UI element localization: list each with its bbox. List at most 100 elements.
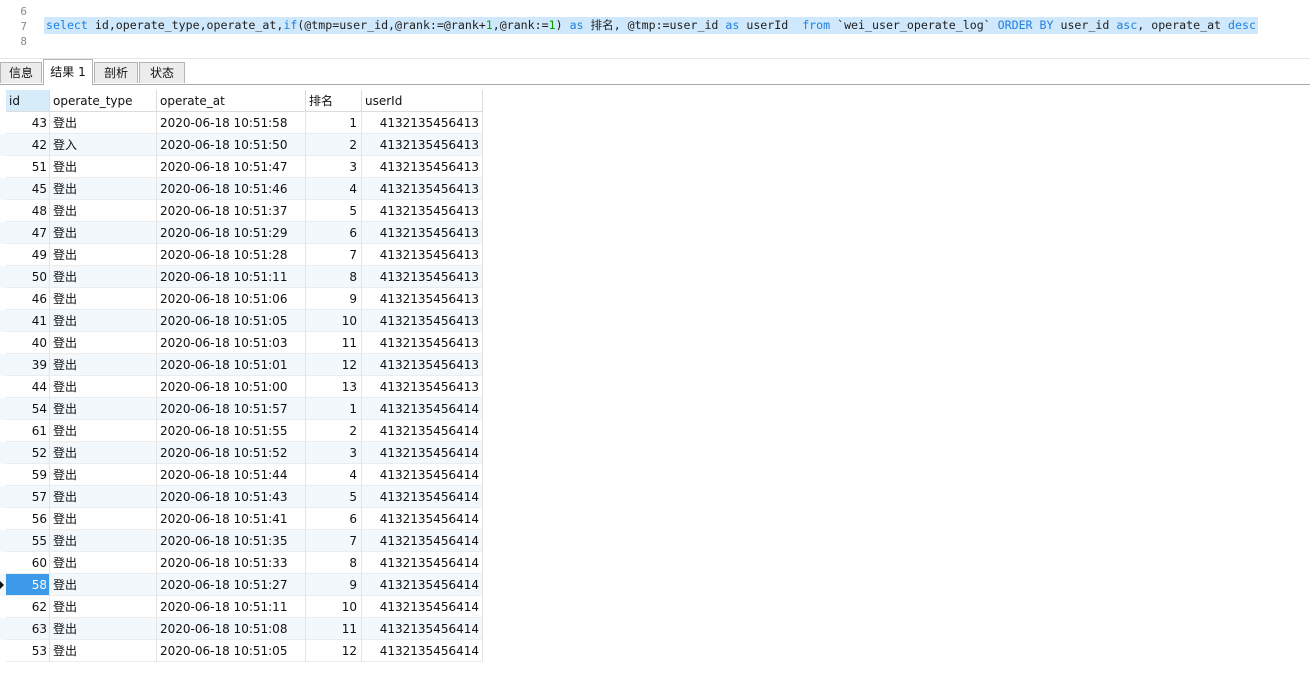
cell-operate-at[interactable]: 2020-06-18 10:51:03 bbox=[157, 332, 306, 354]
sql-editor[interactable]: 6 7 8 select id,operate_type,operate_at,… bbox=[0, 0, 1310, 56]
cell-operate-at[interactable]: 2020-06-18 10:51:35 bbox=[157, 530, 306, 552]
cell-rank[interactable]: 12 bbox=[306, 640, 362, 662]
tab-profile[interactable]: 剖析 bbox=[94, 62, 138, 83]
table-row[interactable]: 43 登出 2020-06-18 10:51:58 1 4132135456413 bbox=[0, 112, 483, 134]
cell-userid[interactable]: 4132135456413 bbox=[362, 178, 483, 200]
cell-operate-at[interactable]: 2020-06-18 10:51:58 bbox=[157, 112, 306, 134]
table-row[interactable]: 50 登出 2020-06-18 10:51:11 8 4132135456413 bbox=[0, 266, 483, 288]
cell-userid[interactable]: 4132135456413 bbox=[362, 266, 483, 288]
table-row[interactable]: 42 登入 2020-06-18 10:51:50 2 4132135456413 bbox=[0, 134, 483, 156]
cell-operate-at[interactable]: 2020-06-18 10:51:50 bbox=[157, 134, 306, 156]
cell-rank[interactable]: 1 bbox=[306, 112, 362, 134]
table-row[interactable]: 62 登出 2020-06-18 10:51:11 10 4132135456414 bbox=[0, 596, 483, 618]
cell-userid[interactable]: 4132135456414 bbox=[362, 530, 483, 552]
cell-id[interactable]: 42 bbox=[6, 134, 50, 156]
table-row[interactable]: 53 登出 2020-06-18 10:51:05 12 4132135456414 bbox=[0, 640, 483, 662]
cell-operate-type[interactable]: 登出 bbox=[50, 508, 157, 530]
cell-userid[interactable]: 4132135456413 bbox=[362, 200, 483, 222]
cell-operate-at[interactable]: 2020-06-18 10:51:55 bbox=[157, 420, 306, 442]
table-row[interactable]: 52 登出 2020-06-18 10:51:52 3 4132135456414 bbox=[0, 442, 483, 464]
cell-rank[interactable]: 8 bbox=[306, 266, 362, 288]
table-row[interactable]: 48 登出 2020-06-18 10:51:37 5 4132135456413 bbox=[0, 200, 483, 222]
cell-operate-type[interactable]: 登出 bbox=[50, 156, 157, 178]
table-row[interactable]: 40 登出 2020-06-18 10:51:03 11 4132135456413 bbox=[0, 332, 483, 354]
cell-rank[interactable]: 4 bbox=[306, 464, 362, 486]
cell-userid[interactable]: 4132135456414 bbox=[362, 486, 483, 508]
cell-rank[interactable]: 11 bbox=[306, 618, 362, 640]
table-row[interactable]: 63 登出 2020-06-18 10:51:08 11 4132135456414 bbox=[0, 618, 483, 640]
table-row[interactable]: 45 登出 2020-06-18 10:51:46 4 4132135456413 bbox=[0, 178, 483, 200]
cell-id[interactable]: 61 bbox=[6, 420, 50, 442]
cell-userid[interactable]: 4132135456413 bbox=[362, 222, 483, 244]
cell-id[interactable]: 56 bbox=[6, 508, 50, 530]
cell-id[interactable]: 48 bbox=[6, 200, 50, 222]
table-row[interactable]: 47 登出 2020-06-18 10:51:29 6 4132135456413 bbox=[0, 222, 483, 244]
table-row[interactable]: 57 登出 2020-06-18 10:51:43 5 4132135456414 bbox=[0, 486, 483, 508]
cell-userid[interactable]: 4132135456413 bbox=[362, 332, 483, 354]
tab-status[interactable]: 状态 bbox=[139, 62, 185, 83]
cell-userid[interactable]: 4132135456413 bbox=[362, 310, 483, 332]
cell-operate-at[interactable]: 2020-06-18 10:51:33 bbox=[157, 552, 306, 574]
cell-operate-type[interactable]: 登出 bbox=[50, 112, 157, 134]
table-row[interactable]: 46 登出 2020-06-18 10:51:06 9 4132135456413 bbox=[0, 288, 483, 310]
cell-operate-type[interactable]: 登出 bbox=[50, 310, 157, 332]
table-row[interactable]: 61 登出 2020-06-18 10:51:55 2 4132135456414 bbox=[0, 420, 483, 442]
cell-userid[interactable]: 4132135456414 bbox=[362, 442, 483, 464]
cell-operate-type[interactable]: 登出 bbox=[50, 354, 157, 376]
tab-info[interactable]: 信息 bbox=[0, 62, 42, 83]
cell-rank[interactable]: 6 bbox=[306, 508, 362, 530]
cell-rank[interactable]: 3 bbox=[306, 442, 362, 464]
cell-operate-type[interactable]: 登出 bbox=[50, 266, 157, 288]
cell-operate-type[interactable]: 登出 bbox=[50, 596, 157, 618]
cell-rank[interactable]: 10 bbox=[306, 310, 362, 332]
column-header-operate-at[interactable]: operate_at bbox=[157, 90, 306, 112]
cell-id[interactable]: 51 bbox=[6, 156, 50, 178]
cell-rank[interactable]: 5 bbox=[306, 200, 362, 222]
cell-rank[interactable]: 2 bbox=[306, 420, 362, 442]
cell-rank[interactable]: 11 bbox=[306, 332, 362, 354]
cell-operate-at[interactable]: 2020-06-18 10:51:41 bbox=[157, 508, 306, 530]
cell-userid[interactable]: 4132135456413 bbox=[362, 134, 483, 156]
cell-operate-at[interactable]: 2020-06-18 10:51:05 bbox=[157, 640, 306, 662]
cell-rank[interactable]: 2 bbox=[306, 134, 362, 156]
cell-operate-type[interactable]: 登出 bbox=[50, 420, 157, 442]
cell-operate-at[interactable]: 2020-06-18 10:51:47 bbox=[157, 156, 306, 178]
cell-operate-at[interactable]: 2020-06-18 10:51:28 bbox=[157, 244, 306, 266]
cell-id[interactable]: 43 bbox=[6, 112, 50, 134]
cell-userid[interactable]: 4132135456413 bbox=[362, 112, 483, 134]
cell-operate-at[interactable]: 2020-06-18 10:51:01 bbox=[157, 354, 306, 376]
cell-operate-at[interactable]: 2020-06-18 10:51:37 bbox=[157, 200, 306, 222]
cell-operate-at[interactable]: 2020-06-18 10:51:43 bbox=[157, 486, 306, 508]
table-row[interactable]: 58 登出 2020-06-18 10:51:27 9 4132135456414 bbox=[0, 574, 483, 596]
column-header-operate-type[interactable]: operate_type bbox=[50, 90, 157, 112]
sql-query-line[interactable]: select id,operate_type,operate_at,if(@tm… bbox=[44, 17, 1258, 34]
cell-id[interactable]: 59 bbox=[6, 464, 50, 486]
cell-operate-type[interactable]: 登出 bbox=[50, 178, 157, 200]
cell-id[interactable]: 46 bbox=[6, 288, 50, 310]
cell-id[interactable]: 40 bbox=[6, 332, 50, 354]
cell-rank[interactable]: 7 bbox=[306, 244, 362, 266]
cell-rank[interactable]: 6 bbox=[306, 222, 362, 244]
cell-rank[interactable]: 7 bbox=[306, 530, 362, 552]
cell-operate-type[interactable]: 登出 bbox=[50, 376, 157, 398]
cell-operate-type[interactable]: 登出 bbox=[50, 552, 157, 574]
cell-userid[interactable]: 4132135456413 bbox=[362, 354, 483, 376]
cell-userid[interactable]: 4132135456414 bbox=[362, 508, 483, 530]
table-row[interactable]: 60 登出 2020-06-18 10:51:33 8 4132135456414 bbox=[0, 552, 483, 574]
cell-id[interactable]: 60 bbox=[6, 552, 50, 574]
cell-operate-at[interactable]: 2020-06-18 10:51:06 bbox=[157, 288, 306, 310]
cell-operate-type[interactable]: 登出 bbox=[50, 574, 157, 596]
cell-id[interactable]: 52 bbox=[6, 442, 50, 464]
cell-operate-at[interactable]: 2020-06-18 10:51:00 bbox=[157, 376, 306, 398]
cell-operate-at[interactable]: 2020-06-18 10:51:08 bbox=[157, 618, 306, 640]
cell-operate-type[interactable]: 登出 bbox=[50, 442, 157, 464]
cell-operate-type[interactable]: 登出 bbox=[50, 222, 157, 244]
cell-userid[interactable]: 4132135456414 bbox=[362, 574, 483, 596]
cell-id[interactable]: 50 bbox=[6, 266, 50, 288]
cell-operate-at[interactable]: 2020-06-18 10:51:11 bbox=[157, 596, 306, 618]
table-row[interactable]: 56 登出 2020-06-18 10:51:41 6 4132135456414 bbox=[0, 508, 483, 530]
cell-userid[interactable]: 4132135456414 bbox=[362, 596, 483, 618]
cell-operate-at[interactable]: 2020-06-18 10:51:44 bbox=[157, 464, 306, 486]
cell-operate-at[interactable]: 2020-06-18 10:51:27 bbox=[157, 574, 306, 596]
cell-id[interactable]: 41 bbox=[6, 310, 50, 332]
